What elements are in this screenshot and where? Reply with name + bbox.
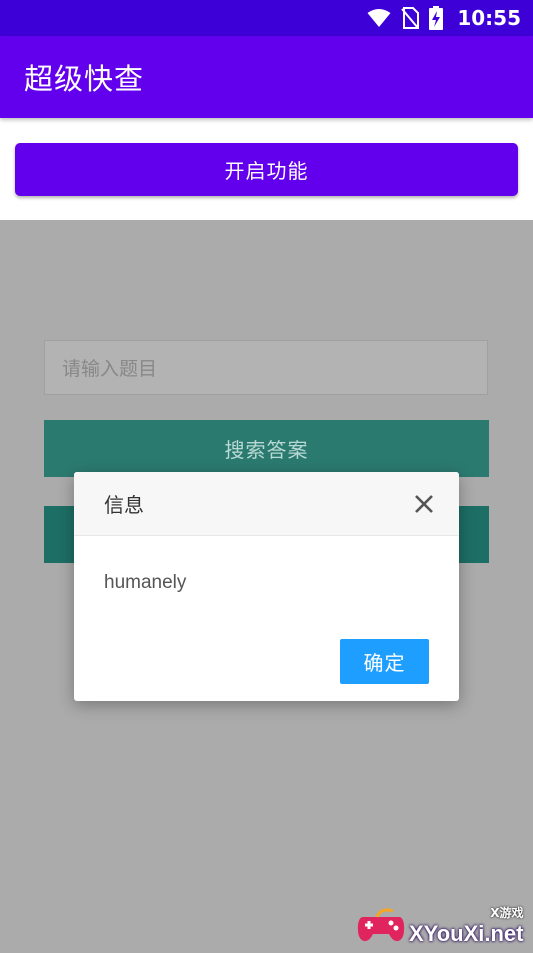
no-sim-icon (401, 7, 420, 29)
top-section: 开启功能 (0, 118, 533, 220)
watermark: X游戏 XYouXi.net (355, 891, 525, 947)
enable-feature-button[interactable]: 开启功能 (15, 143, 518, 196)
app-title: 超级快查 (24, 62, 145, 96)
info-dialog: 信息 humanely 确定 (74, 472, 459, 701)
watermark-brand-text: XYouXi.net (409, 921, 524, 946)
question-input[interactable]: 请输入题目 (44, 340, 488, 395)
status-bar: 10:55 (0, 0, 533, 36)
dialog-message: humanely (104, 572, 187, 593)
app-bar: 超级快查 (0, 36, 533, 118)
clock: 10:55 (457, 6, 521, 30)
dialog-title: 信息 (104, 493, 144, 517)
search-answer-button[interactable]: 搜索答案 (44, 420, 489, 477)
battery-charging-icon (429, 6, 444, 30)
gamepad-logo-icon (355, 903, 407, 947)
close-icon[interactable] (413, 493, 435, 515)
watermark-small-text: X游戏 (490, 906, 524, 920)
wifi-icon (367, 8, 391, 28)
confirm-button[interactable]: 确定 (340, 639, 429, 684)
dialog-header: 信息 (74, 472, 459, 536)
